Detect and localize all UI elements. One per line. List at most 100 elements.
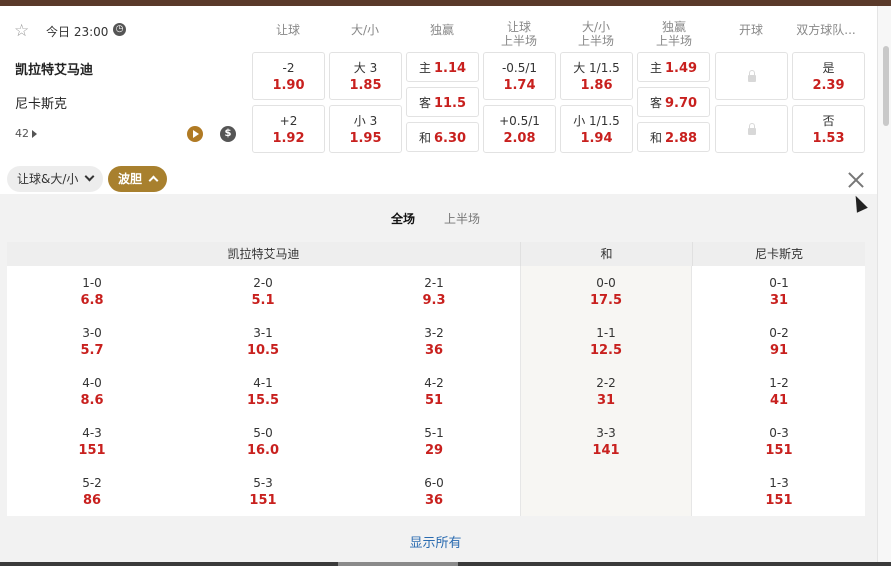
odds-cell-handicap-1h-away[interactable]: +0.5/1 2.08 xyxy=(483,105,556,153)
odds-cell-btts-yes[interactable]: 是 2.39 xyxy=(792,52,865,100)
odds-cell-btts-no[interactable]: 否 1.53 xyxy=(792,105,865,153)
odds-cell-total-under[interactable]: 小 3 1.95 xyxy=(329,105,402,153)
score-odd: 17.5 xyxy=(589,293,623,308)
score-odd: 8.6 xyxy=(80,393,104,408)
score-cell[interactable]: 5-3 151 xyxy=(233,475,293,509)
score-odd: 86 xyxy=(82,493,102,508)
score-cell[interactable]: 4-2 51 xyxy=(404,375,464,409)
score-cell[interactable]: 5-2 86 xyxy=(62,475,122,509)
scrollbar[interactable] xyxy=(877,6,891,562)
score-cell[interactable]: 0-2 91 xyxy=(749,325,809,359)
score-cell[interactable]: 5-1 29 xyxy=(404,425,464,459)
score-odd: 51 xyxy=(424,393,444,408)
score-cell[interactable]: 3-2 36 xyxy=(404,325,464,359)
score-odd: 151 xyxy=(249,493,277,508)
score-label: 4-3 xyxy=(82,426,102,440)
lock-icon xyxy=(747,70,756,82)
home-team-name[interactable]: 凯拉特艾马迪 xyxy=(15,59,93,78)
favorite-star-icon[interactable]: ☆ xyxy=(14,22,32,40)
score-cell[interactable]: 1-0 6.8 xyxy=(62,275,122,309)
score-odd: 6.8 xyxy=(80,293,104,308)
score-cell[interactable]: 6-0 36 xyxy=(404,475,464,509)
score-cell[interactable]: 2-0 5.1 xyxy=(233,275,293,309)
score-label: 0-1 xyxy=(769,276,789,290)
handicap-total-filter-button[interactable]: 让球&大/小 xyxy=(7,166,104,192)
group-header-away: 尼卡斯克 xyxy=(692,242,865,266)
column-header-moneyline: 独赢 xyxy=(429,23,454,37)
period-tabs: 全场 上半场 xyxy=(0,200,877,234)
score-cell[interactable]: 4-3 151 xyxy=(62,425,122,459)
away-team-name[interactable]: 尼卡斯克 xyxy=(15,93,67,112)
odds-cell-moneyline-away[interactable]: 客 11.5 xyxy=(406,87,479,117)
score-cell[interactable]: 4-1 15.5 xyxy=(233,375,293,409)
score-cell[interactable]: 1-3 151 xyxy=(749,475,809,509)
tab-full-time[interactable]: 全场 xyxy=(391,210,415,227)
score-label: 3-0 xyxy=(82,326,102,340)
dollar-icon[interactable]: $ xyxy=(220,126,236,142)
score-odd: 10.5 xyxy=(246,343,280,358)
score-label: 2-0 xyxy=(253,276,273,290)
tab-first-half[interactable]: 上半场 xyxy=(444,210,480,227)
score-label: 3-2 xyxy=(424,326,444,340)
score-odd: 31 xyxy=(596,393,616,408)
odds-cell-moneyline-1h-draw[interactable]: 和 2.88 xyxy=(637,122,710,152)
scrollbar-thumb[interactable] xyxy=(883,46,889,126)
group-header-home: 凯拉特艾马迪 xyxy=(7,242,520,266)
score-cell[interactable]: 0-0 17.5 xyxy=(576,275,636,309)
more-markets-count[interactable]: 42 xyxy=(15,127,37,140)
score-odd: 9.3 xyxy=(422,293,446,308)
score-odd: 5.1 xyxy=(251,293,275,308)
odds-cell-moneyline-1h-home[interactable]: 主 1.49 xyxy=(637,52,710,82)
odds-cell-moneyline-draw[interactable]: 和 6.30 xyxy=(406,122,479,152)
column-header-total-1h: 大/小 上半场 xyxy=(577,20,614,48)
score-odd: 41 xyxy=(769,393,789,408)
column-header-moneyline-1h: 独赢 上半场 xyxy=(655,20,692,48)
match-row: ☆ 今日 23:00 ◷ 凯拉特艾马迪 尼卡斯克 42 $ 让球 大/小 独赢 … xyxy=(0,6,877,194)
odds-cell-moneyline-1h-away[interactable]: 客 9.70 xyxy=(637,87,710,117)
score-cell[interactable]: 1-1 12.5 xyxy=(576,325,636,359)
odds-cell-moneyline-home[interactable]: 主 1.14 xyxy=(406,52,479,82)
correct-score-panel: 凯拉特艾马迪 和 尼卡斯克 1-0 6.8 3-0 5.7 4-0 8.6 4-3 151 5-… xyxy=(7,242,865,516)
match-time: 今日 23:00 xyxy=(46,25,109,39)
score-cell[interactable]: 4-0 8.6 xyxy=(62,375,122,409)
score-odd: 151 xyxy=(78,443,106,458)
odds-cell-total-1h-over[interactable]: 大 1/1.5 1.86 xyxy=(560,52,633,100)
score-odd: 151 xyxy=(765,443,793,458)
horizontal-scrollbar-thumb[interactable] xyxy=(338,562,458,566)
score-odd: 29 xyxy=(424,443,444,458)
chevron-down-icon xyxy=(84,171,95,182)
score-cell[interactable]: 3-3 141 xyxy=(576,425,636,459)
odds-cell-handicap-away[interactable]: +2 1.92 xyxy=(252,105,325,153)
score-cell[interactable]: 3-1 10.5 xyxy=(233,325,293,359)
score-label: 0-2 xyxy=(769,326,789,340)
score-cell[interactable]: 3-0 5.7 xyxy=(62,325,122,359)
score-cell[interactable]: 5-0 16.0 xyxy=(233,425,293,459)
score-label: 1-2 xyxy=(769,376,789,390)
score-label: 5-0 xyxy=(253,426,273,440)
group-header-draw: 和 xyxy=(520,242,692,266)
score-cell[interactable]: 2-2 31 xyxy=(576,375,636,409)
score-cell[interactable]: 0-3 151 xyxy=(749,425,809,459)
score-label: 5-2 xyxy=(82,476,102,490)
score-label: 3-3 xyxy=(596,426,616,440)
odds-cell-total-over[interactable]: 大 3 1.85 xyxy=(329,52,402,100)
score-cell[interactable]: 0-1 31 xyxy=(749,275,809,309)
score-cell[interactable]: 1-2 41 xyxy=(749,375,809,409)
close-icon[interactable] xyxy=(846,170,866,190)
odds-cell-kickoff-locked xyxy=(715,105,788,153)
score-label: 0-3 xyxy=(769,426,789,440)
score-label: 4-2 xyxy=(424,376,444,390)
odds-cell-handicap-1h-home[interactable]: -0.5/1 1.74 xyxy=(483,52,556,100)
column-header-total: 大/小 xyxy=(350,23,380,37)
odds-cell-total-1h-under[interactable]: 小 1/1.5 1.94 xyxy=(560,105,633,153)
show-all-link[interactable]: 显示所有 xyxy=(0,532,871,551)
horizontal-scrollbar[interactable] xyxy=(0,562,891,566)
score-odd: 31 xyxy=(769,293,789,308)
correct-score-filter-button[interactable]: 波胆 xyxy=(108,166,168,192)
play-icon[interactable] xyxy=(187,126,203,142)
odds-cell-handicap-home[interactable]: -2 1.90 xyxy=(252,52,325,100)
caret-right-icon xyxy=(32,130,37,138)
score-cell[interactable]: 2-1 9.3 xyxy=(404,275,464,309)
score-label: 2-1 xyxy=(424,276,444,290)
chevron-up-icon xyxy=(148,175,159,186)
